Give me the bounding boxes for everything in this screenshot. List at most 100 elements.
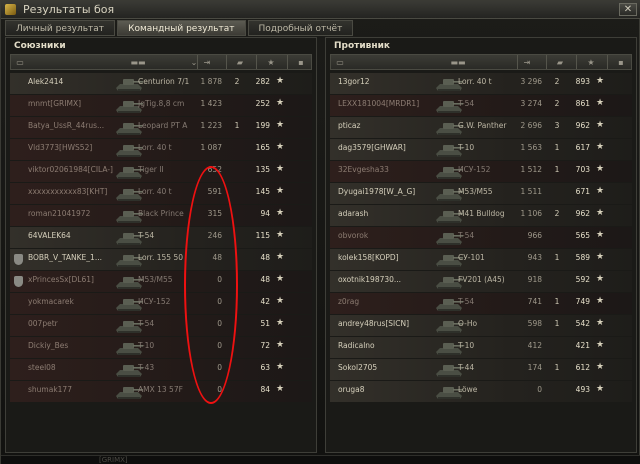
xp-star-icon: ★	[596, 208, 605, 218]
tank-name: M53/M55	[138, 275, 173, 284]
clan-flag-icon	[14, 276, 23, 287]
xp-value: 63	[260, 363, 270, 372]
player-row[interactable]: yokmacarek ИСУ-152 0 42 ★	[10, 293, 312, 314]
tank-name: Lorr. 40 t	[138, 143, 172, 152]
player-row[interactable]: xPrincesSx[DL61] M53/M55 0 48 ★	[10, 271, 312, 292]
player-row[interactable]: kolek158[KOPD] СУ-101 943 1 589 ★	[330, 249, 632, 270]
player-row[interactable]: pticaz G.W. Panther 2 696 3 962 ★	[330, 117, 632, 138]
player-name: oruga8	[338, 385, 365, 394]
xp-star-icon: ★	[276, 186, 285, 196]
xp-value: 72	[260, 341, 270, 350]
chat-icon[interactable]: ▭	[15, 57, 25, 68]
player-row[interactable]: adarash M41 Bulldog 1 106 2 962 ★	[330, 205, 632, 226]
xp-value: 962	[575, 121, 590, 130]
player-row[interactable]: 32Evgesha33 ИСУ-152 1 512 1 703 ★	[330, 161, 632, 182]
damage-value: 918	[527, 275, 542, 284]
player-row[interactable]: Sokol2705 T-44 174 1 612 ★	[330, 359, 632, 380]
player-row[interactable]: BOBR_V_TANKE_1... Lorr. 155 50 48 48 ★	[10, 249, 312, 270]
player-row[interactable]: 64VALEK64 T-54 246 115 ★	[10, 227, 312, 248]
damage-value: 0	[217, 275, 222, 284]
player-row[interactable]: xxxxxxxxxxx83[KHT] Lorr. 40 t 591 145 ★	[10, 183, 312, 204]
damage-value: 412	[527, 341, 542, 350]
player-row[interactable]: Alek2414 Centurion 7/1 1 878 2 282 ★	[10, 73, 312, 94]
player-row[interactable]: z0rag T-54 741 1 749 ★	[330, 293, 632, 314]
damage-value: 1 223	[200, 121, 222, 130]
player-row[interactable]: obvorok T-54 966 565 ★	[330, 227, 632, 248]
player-row[interactable]: oxotnik198730... FV201 (A45) 918 592 ★	[330, 271, 632, 292]
xp-value: 617	[575, 143, 590, 152]
player-row[interactable]: oruga8 Löwe 0 493 ★	[330, 381, 632, 402]
xp-value: 493	[575, 385, 590, 394]
title-bar: Результаты боя ✕	[1, 1, 640, 19]
player-name: xxxxxxxxxxx83[KHT]	[28, 187, 108, 196]
tank-name: ИСУ-152	[458, 165, 491, 174]
xp-star-icon: ★	[596, 230, 605, 240]
player-row[interactable]: viktor02061984[CILA-] Tiger II 652 135 ★	[10, 161, 312, 182]
kills-icon[interactable]: ▰	[233, 57, 247, 68]
kills-value: 1	[554, 297, 560, 306]
xp-star-icon: ★	[596, 252, 605, 262]
tab-personal-result[interactable]: Личный результат	[5, 20, 116, 36]
damage-icon[interactable]: ⇥	[201, 57, 213, 68]
player-name: Radicalno	[338, 341, 375, 350]
tank-icon[interactable]: ▬▬	[443, 57, 473, 68]
player-name: Dyugai1978[W_A_G]	[338, 187, 416, 196]
player-row[interactable]: Radicalno T-10 412 421 ★	[330, 337, 632, 358]
player-row[interactable]: mnmt[GRIMX] JgTig.8,8 cm 1 423 252 ★	[10, 95, 312, 116]
game-logo-icon	[5, 4, 16, 15]
xp-star-icon: ★	[596, 120, 605, 130]
player-row[interactable]: 13gor12 Lorr. 40 t 3 296 2 893 ★	[330, 73, 632, 94]
tab-detailed-report[interactable]: Подробный отчёт	[247, 20, 354, 36]
player-row[interactable]: steel08 T-43 0 63 ★	[10, 359, 312, 380]
kills-icon[interactable]: ▰	[553, 57, 567, 68]
chat-icon[interactable]: ▭	[335, 57, 345, 68]
damage-value: 246	[207, 231, 222, 240]
tank-icon[interactable]: ▬▬	[123, 57, 153, 68]
premium-icon[interactable]: ▪	[615, 57, 627, 68]
tank-name: T-54	[458, 297, 475, 306]
player-row[interactable]: Vld3773[HWS52] Lorr. 40 t 1 087 165 ★	[10, 139, 312, 160]
tank-name: AMX 13 57F	[138, 385, 183, 394]
tank-name: Lorr. 40 t	[458, 77, 492, 86]
player-row[interactable]: LEXX181004[MRDR1] T-54 3 274 2 861 ★	[330, 95, 632, 116]
tank-name: G.W. Panther	[458, 121, 507, 130]
damage-value: 1 106	[520, 209, 542, 218]
xp-star-icon: ★	[276, 318, 285, 328]
damage-value: 0	[217, 341, 222, 350]
xp-star-icon: ★	[276, 164, 285, 174]
player-name: Sokol2705	[338, 363, 378, 372]
player-name: roman21041972	[28, 209, 91, 218]
damage-value: 0	[217, 319, 222, 328]
player-row[interactable]: Dyugai1978[W_A_G] M53/M55 1 511 671 ★	[330, 183, 632, 204]
player-row[interactable]: Batya_UssR_44rus... Leopard PT A 1 223 1 199…	[10, 117, 312, 138]
tank-name: T-10	[138, 341, 155, 350]
player-row[interactable]: 007petr T-54 0 51 ★	[10, 315, 312, 336]
xp-star-icon: ★	[596, 340, 605, 350]
xp-star-icon[interactable]: ★	[265, 57, 277, 68]
tab-team-result[interactable]: Командный результат	[117, 20, 246, 36]
player-row[interactable]: shumak177 AMX 13 57F 0 84 ★	[10, 381, 312, 402]
player-name: pticaz	[338, 121, 361, 130]
player-row[interactable]: roman21041972 Black Prince 315 94 ★	[10, 205, 312, 226]
damage-value: 591	[207, 187, 222, 196]
player-name: xPrincesSx[DL61]	[28, 275, 94, 284]
close-button[interactable]: ✕	[619, 3, 637, 16]
premium-icon[interactable]: ▪	[295, 57, 307, 68]
damage-value: 1 878	[200, 77, 222, 86]
xp-value: 115	[255, 231, 270, 240]
player-row[interactable]: andrey48rus[SICN] O-Ho 598 1 542 ★	[330, 315, 632, 336]
tank-name: T-54	[138, 319, 155, 328]
damage-icon[interactable]: ⇥	[521, 57, 533, 68]
xp-star-icon[interactable]: ★	[585, 57, 597, 68]
kills-value: 2	[554, 77, 560, 86]
xp-star-icon: ★	[276, 340, 285, 350]
player-row[interactable]: dag3579[GHWAR] T-10 1 563 1 617 ★	[330, 139, 632, 160]
damage-value: 1 563	[520, 143, 542, 152]
player-name: Alek2414	[28, 77, 64, 86]
xp-value: 592	[575, 275, 590, 284]
xp-value: 165	[255, 143, 270, 152]
tank-name: M53/M55	[458, 187, 493, 196]
player-name: kolek158[KOPD]	[338, 253, 399, 262]
player-row[interactable]: Dickiy_Bes T-10 0 72 ★	[10, 337, 312, 358]
enemies-column-header: ▭ ▬▬ ⇥ ▰ ★ ▪	[330, 54, 632, 70]
